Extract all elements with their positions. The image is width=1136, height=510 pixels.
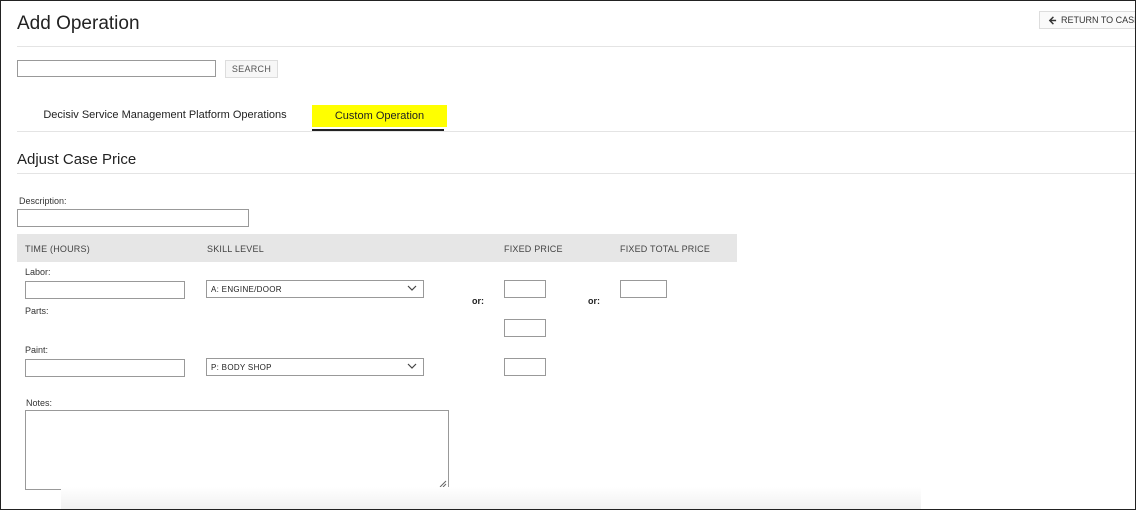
paint-fixed-price-input[interactable] bbox=[504, 358, 546, 376]
paint-label: Paint: bbox=[25, 345, 49, 355]
arrow-left-icon bbox=[1048, 15, 1057, 25]
paint-skill-value: P: BODY SHOP bbox=[211, 362, 272, 372]
bottom-shadow bbox=[61, 487, 921, 509]
parts-fixed-price-input[interactable] bbox=[504, 319, 546, 337]
page-title: Add Operation bbox=[17, 13, 140, 34]
chevron-down-icon bbox=[407, 285, 417, 291]
tab-decisiv-operations[interactable]: Decisiv Service Management Platform Oper… bbox=[27, 105, 303, 125]
column-header-fixed-total: FIXED TOTAL PRICE bbox=[620, 244, 711, 254]
or-label-1: or: bbox=[472, 296, 484, 306]
labor-time-input[interactable] bbox=[25, 281, 185, 299]
column-header-time: TIME (HOURS) bbox=[25, 244, 90, 254]
or-label-2: or: bbox=[588, 296, 600, 306]
labor-label: Labor: bbox=[25, 267, 51, 277]
return-to-case-button[interactable]: RETURN TO CASE bbox=[1039, 11, 1136, 29]
notes-textarea[interactable] bbox=[25, 410, 449, 490]
labor-fixed-price-input[interactable] bbox=[504, 280, 546, 298]
paint-skill-select[interactable]: P: BODY SHOP bbox=[206, 358, 424, 376]
description-field[interactable] bbox=[17, 209, 249, 227]
paint-time-input[interactable] bbox=[25, 359, 185, 377]
header-divider bbox=[17, 46, 1135, 47]
search-button[interactable]: SEARCH bbox=[225, 60, 278, 78]
column-header-fixed-price: FIXED PRICE bbox=[504, 244, 563, 254]
section-divider bbox=[17, 173, 1135, 174]
app-window: Add Operation RETURN TO CASE SEARCH Deci… bbox=[0, 0, 1136, 510]
labor-skill-select[interactable]: A: ENGINE/DOOR bbox=[206, 280, 424, 298]
operation-table-header: TIME (HOURS) SKILL LEVEL FIXED PRICE FIX… bbox=[17, 234, 737, 262]
section-title: Adjust Case Price bbox=[17, 151, 137, 168]
return-to-case-label: RETURN TO CASE bbox=[1061, 15, 1136, 25]
description-label: Description: bbox=[19, 196, 67, 206]
tabs-divider bbox=[17, 131, 1135, 132]
chevron-down-icon bbox=[407, 363, 417, 369]
search-input[interactable] bbox=[17, 60, 216, 77]
fixed-total-price-input[interactable] bbox=[620, 280, 667, 298]
parts-label: Parts: bbox=[25, 306, 49, 316]
labor-skill-value: A: ENGINE/DOOR bbox=[211, 284, 282, 294]
notes-label: Notes: bbox=[26, 398, 53, 408]
tab-custom-operation[interactable]: Custom Operation bbox=[312, 105, 447, 127]
column-header-skill: SKILL LEVEL bbox=[207, 244, 264, 254]
